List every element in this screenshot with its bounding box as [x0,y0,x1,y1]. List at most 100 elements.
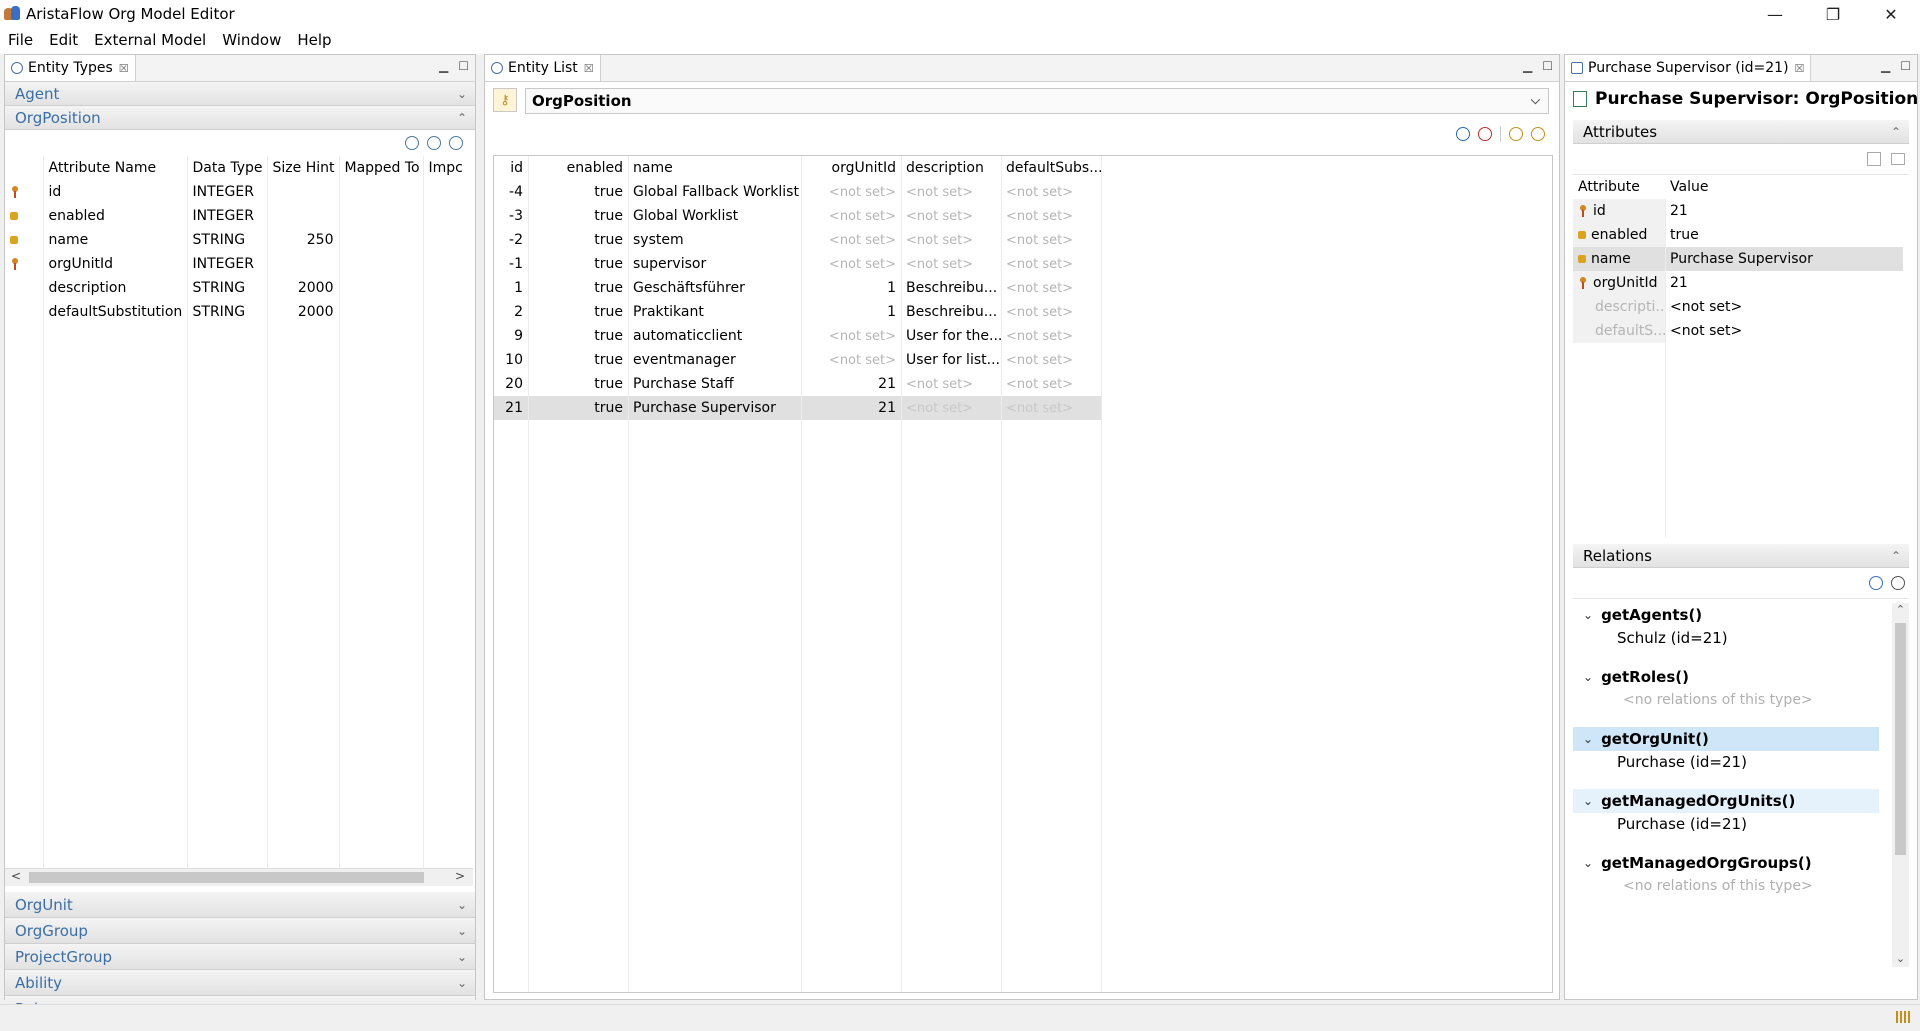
col-name[interactable]: name [628,156,801,180]
chevron-down-icon[interactable]: ⌄ [1583,789,1593,813]
minimize-view-icon[interactable]: ▁ [439,59,448,73]
section-header-orgunit[interactable]: OrgUnit ⌄ [5,892,475,918]
property-value[interactable]: <not set> [1665,295,1903,319]
menu-help[interactable]: Help [289,31,339,49]
section-header-orgposition[interactable]: OrgPosition ⌃ [5,106,475,130]
menu-edit[interactable]: Edit [41,31,86,49]
section-header-agent[interactable]: Agent ⌄ [5,82,475,106]
collapse-icon[interactable]: ⌃ [1891,125,1901,139]
section-header-projectgroup[interactable]: ProjectGroup ⌄ [5,944,475,970]
expand-icon[interactable]: ⌄ [457,924,467,938]
scroll-right-icon[interactable]: > [455,869,465,883]
close-icon[interactable]: ☒ [119,62,129,75]
chevron-down-icon[interactable]: ⌄ [1583,851,1593,875]
save-icon[interactable] [1867,152,1881,166]
property-row[interactable]: orgUnitId 21 [1573,271,1903,295]
relation-header[interactable]: ⌄ getManagedOrgUnits() [1573,789,1879,813]
col-attribute[interactable]: Attribute [1573,175,1665,199]
export-icon[interactable] [1531,127,1545,141]
add-relation-icon[interactable] [1869,576,1883,590]
col-enabled[interactable]: enabled [528,156,628,180]
property-value[interactable]: <not set> [1665,319,1903,343]
minimize-view-icon[interactable]: ▁ [1881,59,1890,73]
section-header-orggroup[interactable]: OrgGroup ⌄ [5,918,475,944]
expand-icon[interactable]: ⌄ [457,950,467,964]
collapse-icon[interactable]: ⌃ [457,111,467,125]
col-impc[interactable]: Impc [423,156,473,180]
remove-relation-icon[interactable] [1891,576,1905,590]
entity-row[interactable]: 20 true Purchase Staff 21 <not set> <not set> [494,372,1101,396]
expand-icon[interactable]: ⌄ [457,898,467,912]
property-value[interactable]: Purchase Supervisor [1665,247,1903,271]
relation-item[interactable]: Schulz (id=21) [1573,627,1879,649]
attribute-row[interactable]: description STRING 2000 [5,276,473,300]
new-entity-icon[interactable] [1456,127,1470,141]
maximize-view-icon[interactable]: ☐ [458,59,469,73]
property-row[interactable]: id 21 [1573,199,1903,223]
col-description[interactable]: description [901,156,1001,180]
relation-header[interactable]: ⌄ getRoles() [1573,665,1879,689]
entity-row[interactable]: 21 true Purchase Supervisor 21 <not set> <not… [494,396,1101,420]
chevron-down-icon[interactable]: ⌄ [1583,665,1593,689]
attributes-section-header[interactable]: Attributes ⌃ [1573,120,1909,144]
menu-window[interactable]: Window [214,31,289,49]
add-attribute-icon[interactable] [405,136,419,150]
vertical-scrollbar[interactable]: ⌃ ⌄ [1892,603,1909,967]
entity-row[interactable]: -4 true Global Fallback Worklist <not set> <… [494,180,1101,204]
attribute-row[interactable]: enabled INTEGER [5,204,473,228]
maximize-view-icon[interactable]: ☐ [1542,59,1553,73]
entity-type-dropdown[interactable]: OrgPosition ⌵ [525,88,1549,114]
entity-row[interactable]: -2 true system <not set> <not set> <not set> [494,228,1101,252]
property-row[interactable]: enabled true [1573,223,1903,247]
close-button[interactable]: ✕ [1862,0,1920,28]
col-size-hint[interactable]: Size Hint [267,156,340,180]
edit-attribute-icon[interactable] [427,136,441,150]
chevron-down-icon[interactable]: ⌄ [1583,727,1593,751]
tab-properties[interactable]: Purchase Supervisor (id=21) ☒ [1565,55,1812,81]
collapse-icon[interactable]: ⌃ [1891,549,1901,563]
col-attribute-name[interactable]: Attribute Name [43,156,188,180]
minimize-button[interactable]: — [1746,0,1804,28]
property-row[interactable]: defaultS... <not set> [1573,319,1903,343]
section-header-ability[interactable]: Ability ⌄ [5,970,475,996]
property-row[interactable]: descripti... <not set> [1573,295,1903,319]
attribute-row[interactable]: orgUnitId INTEGER [5,252,473,276]
entity-row[interactable]: -3 true Global Worklist <not set> <not set> <… [494,204,1101,228]
col-default-subs[interactable]: defaultSubs... [1001,156,1101,180]
close-icon[interactable]: ☒ [584,62,594,75]
relation-header[interactable]: ⌄ getOrgUnit() [1573,727,1879,751]
maximize-view-icon[interactable]: ☐ [1900,59,1911,73]
property-row[interactable]: name Purchase Supervisor [1573,247,1903,271]
close-icon[interactable]: ☒ [1795,62,1805,75]
property-value[interactable]: true [1665,223,1903,247]
tab-entity-types[interactable]: Entity Types ☒ [5,55,136,81]
minimize-view-icon[interactable]: ▁ [1523,59,1532,73]
remove-attribute-icon[interactable] [449,136,463,150]
col-data-type[interactable]: Data Type [187,156,268,180]
relation-item[interactable]: Purchase (id=21) [1573,751,1879,773]
relations-section-header[interactable]: Relations ⌃ [1573,544,1909,568]
expand-icon[interactable]: ⌄ [457,87,467,101]
attribute-row[interactable]: name STRING 250 [5,228,473,252]
relation-header[interactable]: ⌄ getManagedOrgGroups() [1573,851,1879,875]
relation-item[interactable]: Purchase (id=21) [1573,813,1879,835]
relation-header[interactable]: ⌄ getAgents() [1573,603,1879,627]
property-value[interactable]: 21 [1665,199,1903,223]
property-value[interactable]: 21 [1665,271,1903,295]
attribute-row[interactable]: defaultSubstitution STRING 2000 [5,300,473,324]
import-icon[interactable] [1509,127,1523,141]
scroll-thumb[interactable] [29,872,424,883]
menu-external-model[interactable]: External Model [86,31,214,49]
revert-icon[interactable] [1891,153,1905,165]
tab-entity-list[interactable]: Entity List ☒ [485,55,601,81]
scroll-thumb[interactable] [1895,623,1906,855]
scroll-left-icon[interactable]: < [11,869,21,883]
entity-row[interactable]: 2 true Praktikant 1 Beschreibu... <not set> [494,300,1101,324]
col-value[interactable]: Value [1665,175,1903,199]
entity-row[interactable]: 9 true automaticclient <not set> User for th… [494,324,1101,348]
expand-icon[interactable]: ⌄ [457,976,467,990]
col-id[interactable]: id [494,156,528,180]
horizontal-scrollbar[interactable]: < > [5,868,473,886]
delete-entity-icon[interactable] [1478,127,1492,141]
entity-row[interactable]: 10 true eventmanager <not set> User for list… [494,348,1101,372]
